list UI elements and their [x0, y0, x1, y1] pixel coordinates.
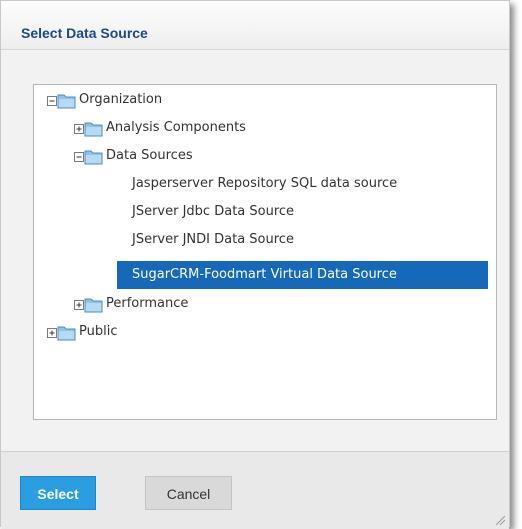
select-button[interactable]: Select	[20, 476, 96, 510]
tree-leaf-datasource-selected[interactable]: SugarCRM-Foodmart Virtual Data Source	[117, 261, 488, 289]
tree-node-label: Organization	[79, 92, 163, 107]
cancel-button[interactable]: Cancel	[145, 476, 232, 510]
resize-grip-icon[interactable]	[494, 514, 506, 526]
dialog-title: Select Data Source	[21, 25, 148, 41]
repository-tree: Organization Analysis Components Data So…	[33, 84, 497, 420]
folder-minus-icon[interactable]	[47, 93, 76, 109]
folder-minus-icon[interactable]	[74, 149, 103, 165]
folder-plus-icon[interactable]	[74, 297, 103, 313]
folder-plus-icon[interactable]	[74, 121, 103, 137]
tree-node-label: Data Sources	[106, 148, 193, 163]
tree-node-label: Performance	[106, 296, 189, 311]
tree-node-label: Analysis Components	[106, 120, 246, 135]
dialog-content: Organization Analysis Components Data So…	[1, 50, 509, 451]
folder-plus-icon[interactable]	[47, 325, 76, 341]
tree-leaf-label: JServer JNDI Data Source	[132, 232, 294, 247]
tree-leaf-label: SugarCRM-Foodmart Virtual Data Source	[132, 267, 397, 282]
select-data-source-dialog: Select Data Source Organization Analysis…	[0, 0, 510, 529]
tree-leaf-label: JServer Jdbc Data Source	[132, 204, 295, 219]
tree-node-label: Public	[79, 324, 118, 339]
dialog-footer: Select Cancel	[1, 451, 509, 529]
dialog-titlebar[interactable]: Select Data Source	[1, 1, 509, 50]
tree-leaf-label: Jasperserver Repository SQL data source	[132, 176, 398, 191]
